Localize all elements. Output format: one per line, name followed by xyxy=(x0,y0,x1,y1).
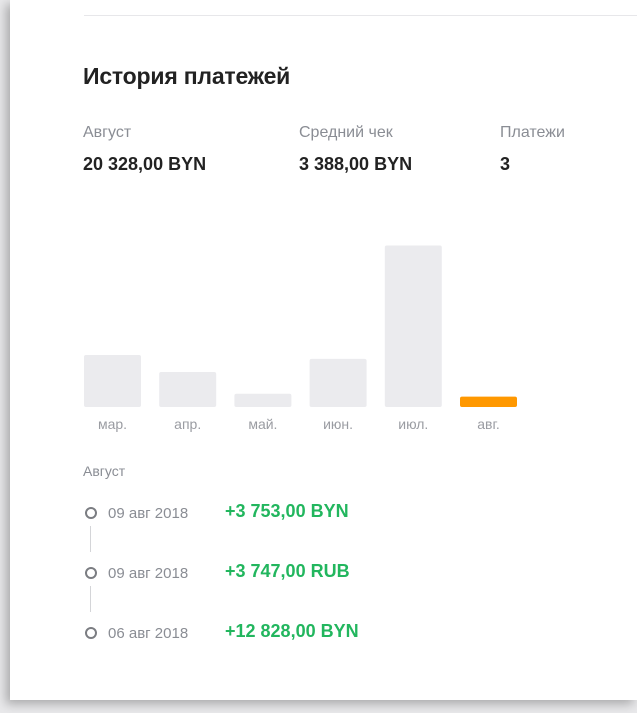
chart-svg: мар. апр. май. июн. июл. авг. xyxy=(84,245,517,432)
chart-month-label: май. xyxy=(248,416,277,432)
stat-month-label: Август xyxy=(83,124,132,141)
stat-month-value: 20 328,00 BYN xyxy=(83,154,207,174)
chart-bar[interactable] xyxy=(460,396,517,407)
payment-date: 06 авг 2018 xyxy=(108,625,189,642)
chart-bar[interactable] xyxy=(234,393,292,407)
payment-item[interactable]: 09 авг 2018 +3 747,00 RUB xyxy=(83,555,483,615)
payment-amount: +3 753,00 BYN xyxy=(225,501,349,521)
chart-bar[interactable] xyxy=(84,355,141,407)
payment-history-card: История платежей Август 20 328,00 BYN Ср… xyxy=(10,0,637,700)
chart-month-label: мар. xyxy=(98,416,127,432)
stat-average-label: Средний чек xyxy=(299,124,393,141)
stat-payments-value: 3 xyxy=(500,154,511,174)
payment-amount: +12 828,00 BYN xyxy=(225,621,359,641)
stat-month-total: Август 20 328,00 BYN xyxy=(83,123,206,175)
top-divider xyxy=(84,15,637,16)
timeline-circle-icon xyxy=(85,567,97,579)
payments-timeline: 09 авг 2018 +3 753,00 BYN 09 авг 2018 +3… xyxy=(83,495,483,675)
payment-item[interactable]: 06 авг 2018 +12 828,00 BYN xyxy=(83,615,483,675)
timeline-circle-icon xyxy=(85,507,97,519)
payment-date: 09 авг 2018 xyxy=(108,565,189,582)
stat-average-value: 3 388,00 BYN xyxy=(299,154,413,174)
timeline-connector xyxy=(90,586,91,612)
chart-month-label: июл. xyxy=(398,416,428,432)
payment-item[interactable]: 09 авг 2018 +3 753,00 BYN xyxy=(83,495,483,555)
chart-month-label: июн. xyxy=(323,416,353,432)
payments-month-header: Август xyxy=(83,463,126,479)
timeline-circle-icon xyxy=(85,627,97,639)
chart-bar[interactable] xyxy=(159,372,217,407)
stat-payments-label: Платежи xyxy=(500,124,565,141)
timeline-connector xyxy=(90,526,91,552)
chart-bar[interactable] xyxy=(309,358,367,407)
chart-bar[interactable] xyxy=(384,245,442,408)
payment-date: 09 авг 2018 xyxy=(108,505,189,522)
stat-payments-count: Платежи 3 xyxy=(500,123,565,175)
monthly-payments-chart: мар. апр. май. июн. июл. авг. xyxy=(80,230,550,440)
stat-average-check: Средний чек 3 388,00 BYN xyxy=(299,123,412,175)
chart-month-label: апр. xyxy=(174,416,201,432)
page-title: История платежей xyxy=(83,63,291,89)
chart-month-label: авг. xyxy=(477,416,500,432)
payment-amount: +3 747,00 RUB xyxy=(225,561,350,581)
